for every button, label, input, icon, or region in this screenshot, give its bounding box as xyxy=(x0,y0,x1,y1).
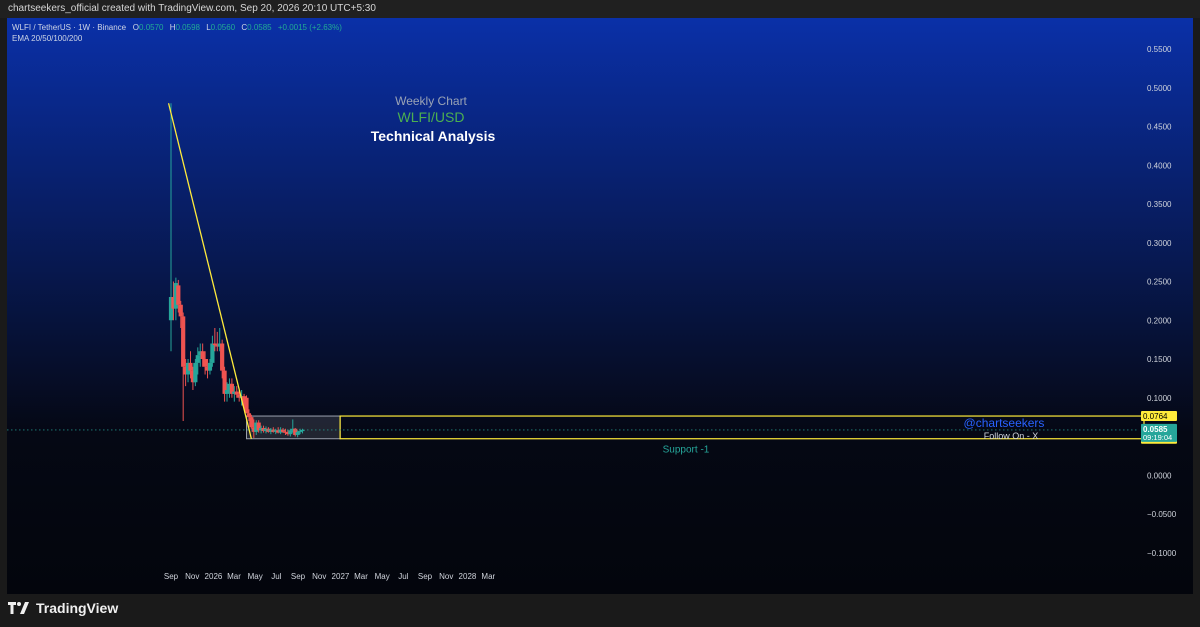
candle-body xyxy=(181,316,186,367)
chart-heading: Technical Analysis xyxy=(371,128,496,144)
plot-background xyxy=(7,18,1193,594)
candle-body xyxy=(200,351,205,359)
x-tick-label: Sep xyxy=(418,572,433,581)
x-tick-label: Mar xyxy=(481,572,495,581)
candle-body xyxy=(193,362,198,383)
y-tick-label: 0.4000 xyxy=(1147,161,1172,170)
chart-subtitle: WLFI/USD xyxy=(398,109,465,125)
ema-indicator-label[interactable]: EMA 20/50/100/200 xyxy=(12,34,82,43)
ohlc-value-high: 0.0598 xyxy=(175,23,200,32)
candle-body xyxy=(188,362,193,371)
x-tick-label: May xyxy=(375,572,390,581)
credit-text: chartseekers_official created with Tradi… xyxy=(8,3,376,14)
ohlc-value-low: 0.0560 xyxy=(210,23,236,32)
candle[interactable] xyxy=(193,359,198,387)
chart-title: Weekly Chart xyxy=(395,94,467,108)
candle-body xyxy=(297,431,303,433)
ohlc-value-close: 0.0585 xyxy=(247,23,272,32)
x-tick-label: 2028 xyxy=(459,572,477,581)
candle-body xyxy=(249,417,254,428)
y-tick-label: 0.4500 xyxy=(1147,123,1172,132)
y-tick-label: 0.2000 xyxy=(1147,316,1172,325)
symbol-name: WLFI / TetherUS · 1W · Binance xyxy=(12,23,127,32)
x-tick-label: Sep xyxy=(164,572,179,581)
support-label: Support -1 xyxy=(663,445,710,456)
y-tick-label: 0.5500 xyxy=(1147,45,1172,54)
y-tick-label: 0.0000 xyxy=(1147,471,1172,480)
tradingview-logo-icon xyxy=(8,602,29,614)
candle-body xyxy=(178,304,183,317)
y-tick-label: −0.1000 xyxy=(1147,549,1177,558)
candle-body xyxy=(246,413,252,418)
candle-body xyxy=(176,285,181,305)
footer-bar: TradingView xyxy=(0,594,1200,627)
handle-annotation: @chartseekers xyxy=(964,416,1045,430)
bar-countdown: 09:19:04 xyxy=(1143,433,1172,442)
candle-body xyxy=(210,343,215,363)
x-tick-label: May xyxy=(248,572,263,581)
y-tick-label: 0.1000 xyxy=(1147,394,1172,403)
x-tick-label: Sep xyxy=(291,572,306,581)
candle-body xyxy=(234,391,239,395)
x-tick-label: Mar xyxy=(354,572,368,581)
y-tick-label: −0.0500 xyxy=(1147,510,1177,519)
candle-body xyxy=(195,355,200,363)
x-tick-label: Nov xyxy=(439,572,453,581)
follow-annotation: Follow On - X xyxy=(984,431,1039,441)
upper-price-tag: 0.0764 xyxy=(1143,412,1168,421)
tradingview-brand[interactable]: TradingView xyxy=(8,600,118,616)
y-tick-label: 0.3500 xyxy=(1147,200,1172,209)
price-change: +0.0015 (+2.63%) xyxy=(277,23,342,32)
symbol-legend: WLFI / TetherUS · 1W · Binance O0.0570 H… xyxy=(12,23,342,32)
credit-bar: chartseekers_official created with Tradi… xyxy=(0,0,1200,18)
candle-body xyxy=(212,343,217,346)
x-tick-label: Jul xyxy=(271,572,281,581)
x-tick-label: 2026 xyxy=(205,572,223,581)
candle-body xyxy=(288,430,293,435)
brand-name: TradingView xyxy=(36,600,119,616)
x-tick-label: 2027 xyxy=(332,572,350,581)
candle-body xyxy=(207,362,213,371)
x-tick-label: Jul xyxy=(398,572,408,581)
candle-body xyxy=(224,390,230,394)
candle-body xyxy=(220,343,225,371)
x-tick-label: Nov xyxy=(185,572,199,581)
y-tick-label: 0.5000 xyxy=(1147,84,1172,93)
candle-body xyxy=(295,431,300,435)
y-tick-label: 0.2500 xyxy=(1147,278,1172,287)
y-tick-label: 0.3000 xyxy=(1147,239,1172,248)
price-chart[interactable]: Weekly ChartWLFI/USD Technical Analysis Su… xyxy=(7,18,1193,594)
candle-body xyxy=(202,359,208,367)
ohlc-value-open: 0.0570 xyxy=(139,23,164,32)
x-tick-label: Mar xyxy=(227,572,241,581)
y-tick-label: 0.1500 xyxy=(1147,355,1172,364)
x-tick-label: Nov xyxy=(312,572,326,581)
